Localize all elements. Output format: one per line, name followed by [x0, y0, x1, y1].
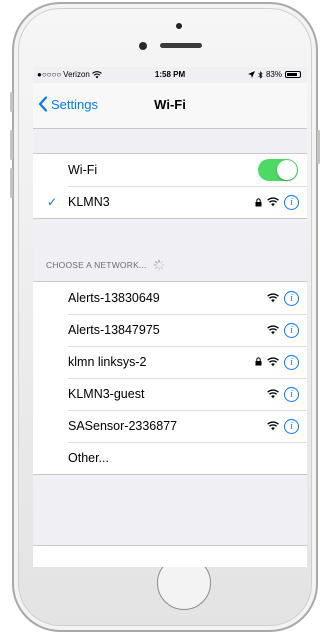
network-name: KLMN3-guest — [68, 387, 145, 401]
wifi-toggle[interactable] — [258, 159, 298, 181]
wifi-group: Wi-Fi ✓ KLMN3 i — [33, 153, 307, 219]
info-icon[interactable]: i — [284, 354, 299, 370]
bluetooth-icon — [258, 70, 263, 79]
mute-switch[interactable] — [10, 92, 13, 112]
front-camera — [139, 42, 147, 50]
status-bar: ●○○○○ Verizon 1:58 PM 83% — [33, 67, 307, 83]
activity-spinner-icon — [153, 259, 165, 271]
status-right: 83% — [247, 70, 301, 79]
info-icon[interactable]: i — [284, 290, 299, 306]
network-row[interactable]: KLMN3-guest i — [33, 378, 307, 410]
battery-level — [287, 73, 297, 76]
info-icon[interactable]: i — [284, 386, 299, 402]
network-row[interactable]: Alerts-13830649 i — [33, 282, 307, 314]
screen: ●○○○○ Verizon 1:58 PM 83% Settings Wi-Fi… — [33, 67, 307, 567]
earpiece-speaker — [160, 43, 202, 48]
info-icon[interactable]: i — [284, 418, 299, 434]
battery-percent: 83% — [265, 70, 282, 79]
section-header-label: CHOOSE A NETWORK... — [46, 260, 147, 270]
wifi-signal-icon — [267, 197, 279, 207]
networks-group: Alerts-13830649 i Alerts-13847975 i klmn… — [33, 281, 307, 475]
network-status-icons: i — [267, 290, 299, 306]
toggle-knob — [277, 160, 297, 180]
volume-down-button[interactable] — [10, 168, 13, 198]
battery-icon — [285, 71, 301, 78]
volume-up-button[interactable] — [10, 130, 13, 160]
wifi-signal-icon — [267, 421, 279, 431]
network-status-icons: i — [267, 386, 299, 402]
section-header: CHOOSE A NETWORK... — [46, 259, 165, 271]
network-status-icons: i — [255, 354, 299, 370]
network-row[interactable]: SASensor-2336877 i — [33, 410, 307, 442]
power-button[interactable] — [317, 130, 320, 164]
wifi-toggle-row: Wi-Fi — [33, 154, 307, 186]
checkmark-icon: ✓ — [47, 195, 58, 209]
navigation-bar: Settings Wi-Fi — [33, 83, 307, 129]
info-icon[interactable]: i — [284, 322, 299, 338]
network-name: Alerts-13830649 — [68, 291, 160, 305]
lock-icon — [255, 355, 262, 369]
location-arrow-icon — [247, 71, 255, 78]
wifi-signal-icon — [267, 325, 279, 335]
other-network-label: Other... — [68, 451, 109, 465]
lock-icon — [255, 197, 262, 206]
network-name: Alerts-13847975 — [68, 323, 160, 337]
network-name: SASensor-2336877 — [68, 419, 178, 433]
network-status-icons: i — [255, 194, 299, 210]
network-status-icons: i — [267, 322, 299, 338]
wifi-signal-icon — [267, 293, 279, 303]
network-status-icons: i — [267, 418, 299, 434]
info-icon[interactable]: i — [284, 194, 299, 210]
wifi-label: Wi-Fi — [68, 163, 98, 177]
network-row[interactable]: klmn linksys-2 i — [33, 346, 307, 378]
ear-camera — [176, 23, 182, 29]
other-network-row[interactable]: Other... — [33, 442, 307, 474]
connected-network-row[interactable]: ✓ KLMN3 i — [33, 186, 307, 218]
connected-network-name: KLMN3 — [68, 195, 110, 209]
network-row[interactable]: Alerts-13847975 i — [33, 314, 307, 346]
advanced-group — [33, 545, 307, 567]
wifi-signal-icon — [267, 389, 279, 399]
page-title: Wi-Fi — [154, 97, 186, 112]
network-name: klmn linksys-2 — [68, 355, 147, 369]
wifi-signal-icon — [267, 357, 279, 367]
